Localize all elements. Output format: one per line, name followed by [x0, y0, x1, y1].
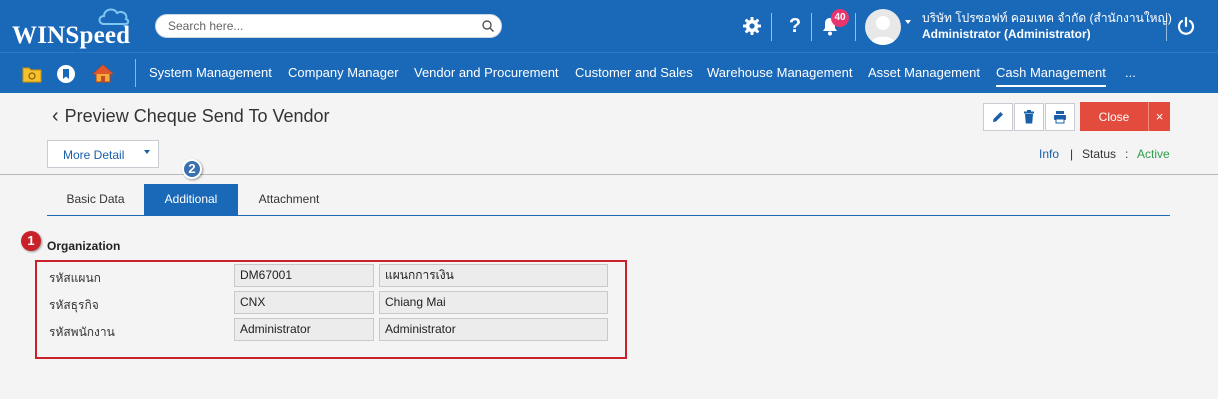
- nav-cash-management[interactable]: Cash Management: [996, 53, 1106, 93]
- nav-system-management[interactable]: System Management: [149, 53, 272, 93]
- printer-icon: [1054, 111, 1066, 124]
- search-box[interactable]: [155, 14, 502, 38]
- settings-gear-icon[interactable]: [738, 12, 766, 40]
- edit-button[interactable]: [983, 103, 1013, 131]
- main-content: ‹ Preview Cheque Send To Vendor Close × M…: [0, 93, 1218, 399]
- close-x-icon[interactable]: ×: [1148, 102, 1170, 131]
- notification-badge: 40: [831, 9, 849, 27]
- more-detail-label: More Detail: [63, 148, 125, 162]
- divider: [771, 13, 772, 41]
- business-code-label: รหัสธุรกิจ: [49, 298, 99, 312]
- tab-basic-data[interactable]: Basic Data: [47, 184, 144, 215]
- power-icon[interactable]: [1172, 12, 1200, 40]
- divider: [1166, 13, 1167, 41]
- step-marker-1: 1: [21, 231, 41, 251]
- more-detail-dropdown[interactable]: More Detail: [47, 140, 159, 168]
- dept-code-field[interactable]: DM67001: [234, 264, 374, 287]
- divider: [811, 13, 812, 41]
- dept-name-field[interactable]: แผนกการเงิน: [379, 264, 608, 287]
- nav-vendor-procurement[interactable]: Vendor and Procurement: [414, 53, 559, 93]
- divider: [855, 13, 856, 41]
- nav-company-manager[interactable]: Company Manager: [288, 53, 399, 93]
- folder-icon[interactable]: [22, 65, 42, 83]
- home-icon[interactable]: [92, 63, 114, 83]
- info-link[interactable]: Info: [1039, 147, 1059, 161]
- divider: [135, 59, 136, 87]
- tab-additional[interactable]: Additional: [144, 184, 238, 215]
- chevron-left-icon: ‹: [52, 105, 59, 127]
- nav-customer-sales[interactable]: Customer and Sales: [575, 53, 693, 93]
- help-icon[interactable]: ?: [781, 12, 809, 40]
- user-company: บริษัท โปรซอฟท์ คอมเทค จำกัด (สำนักงานให…: [922, 11, 1172, 25]
- tab-bar: Basic Data Additional Attachment: [47, 184, 1170, 216]
- employee-code-field[interactable]: Administrator: [234, 318, 374, 341]
- user-chevron-down-icon[interactable]: [905, 20, 911, 24]
- page-title: Preview Cheque Send To Vendor: [64, 106, 330, 126]
- nav-warehouse-management[interactable]: Warehouse Management: [707, 53, 853, 93]
- business-name-field[interactable]: Chiang Mai: [379, 291, 608, 314]
- nav-more[interactable]: ...: [1125, 53, 1136, 93]
- print-button[interactable]: [1045, 103, 1075, 131]
- separator: |: [1070, 147, 1074, 161]
- status-badge: Active: [1137, 147, 1170, 161]
- tab-attachment[interactable]: Attachment: [238, 184, 340, 215]
- organization-highlight: รหัสแผนก DM67001 แผนกการเงิน รหัสธุรกิจ …: [35, 260, 627, 359]
- section-title-organization: Organization: [47, 239, 121, 253]
- dept-code-label: รหัสแผนก: [49, 271, 101, 285]
- logo-text: WINSpeed: [12, 22, 131, 49]
- search-icon[interactable]: [481, 19, 495, 33]
- close-button[interactable]: Close: [1080, 102, 1148, 131]
- user-role: Administrator (Administrator): [922, 27, 1091, 41]
- status-label: Status: [1082, 147, 1117, 161]
- user-info[interactable]: บริษัท โปรซอฟท์ คอมเทค จำกัด (สำนักงานให…: [922, 10, 1172, 42]
- main-nav: System Management Company Manager Vendor…: [0, 52, 1218, 93]
- delete-button[interactable]: [1014, 103, 1044, 131]
- step-marker-2: 2: [182, 159, 202, 179]
- pencil-icon: [993, 112, 1003, 122]
- bookmark-icon[interactable]: [56, 64, 76, 84]
- back-button[interactable]: ‹ Preview Cheque Send To Vendor: [52, 105, 330, 128]
- status-colon: :: [1125, 147, 1129, 161]
- top-bar: WINSpeed ?: [0, 0, 1218, 52]
- trash-icon: [1024, 110, 1034, 124]
- search-input[interactable]: [168, 18, 468, 34]
- employee-name-field[interactable]: Administrator: [379, 318, 608, 341]
- app-logo[interactable]: WINSpeed: [12, 8, 142, 49]
- avatar[interactable]: [865, 9, 901, 45]
- business-code-field[interactable]: CNX: [234, 291, 374, 314]
- employee-code-label: รหัสพนักงาน: [49, 325, 115, 339]
- caret-down-icon: [144, 150, 150, 154]
- nav-asset-management[interactable]: Asset Management: [868, 53, 980, 93]
